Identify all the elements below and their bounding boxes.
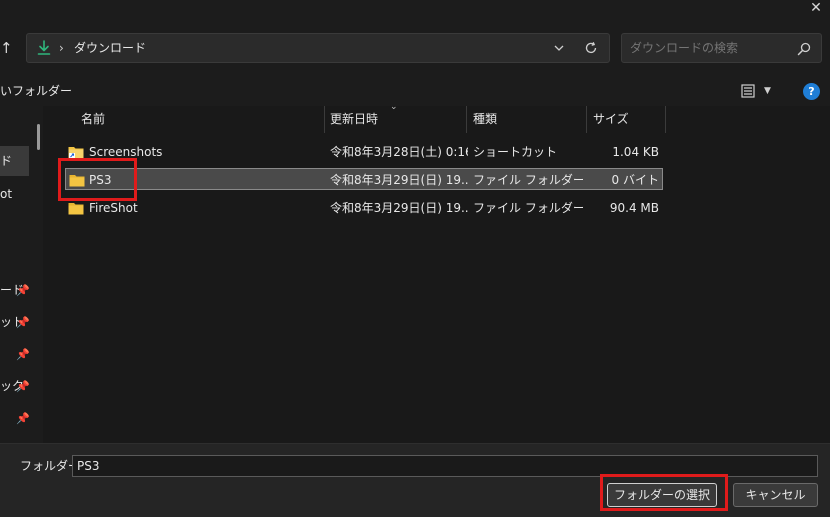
column-divider[interactable] (665, 106, 666, 133)
breadcrumb-separator: › (59, 41, 64, 55)
help-icon[interactable]: ? (803, 83, 820, 100)
pin-icon: 📌 (16, 412, 30, 425)
file-date: 令和8年3月29日(日) 19... (330, 173, 468, 187)
up-arrow-icon[interactable]: ↑ (0, 38, 14, 58)
title-bar: ✕ (0, 0, 830, 22)
close-icon[interactable]: ✕ (808, 0, 824, 16)
file-name: FireShot (89, 201, 138, 215)
pin-icon: 📌 (16, 380, 30, 393)
new-folder-button[interactable]: いフォルダー (0, 83, 72, 99)
sidebar-item-label: ド (0, 154, 13, 168)
file-date: 令和8年3月29日(日) 19... (330, 201, 468, 215)
refresh-icon[interactable] (583, 40, 599, 56)
file-size: 0 バイト (611, 173, 659, 187)
address-bar[interactable]: › ダウンロード (26, 33, 610, 63)
file-size: 1.04 KB (612, 145, 659, 159)
sidebar-item-label: ot (0, 187, 13, 201)
column-header-name[interactable]: 名前 (81, 106, 105, 133)
pin-icon: 📌 (16, 284, 30, 297)
command-bar: いフォルダー ▼ ? (0, 76, 830, 106)
file-date: 令和8年3月28日(土) 0:16 (330, 145, 468, 159)
folder-icon (69, 175, 85, 187)
pin-icon: 📌 (16, 316, 30, 329)
select-folder-button[interactable]: フォルダーの選択 (607, 483, 717, 507)
breadcrumb-downloads[interactable]: ダウンロード (74, 40, 146, 56)
sidebar-item-downloads[interactable]: ド (0, 146, 29, 176)
file-type: ファイル フォルダー (473, 201, 583, 215)
navigation-pane: ド ot ード 📌 ット 📌 📌 ック 📌 📌 (0, 106, 43, 443)
file-type: ショートカット (473, 145, 558, 159)
view-dropdown-icon[interactable]: ▼ (764, 83, 771, 99)
column-header-size[interactable]: サイズ (593, 106, 629, 133)
chevron-down-icon[interactable] (551, 40, 567, 56)
search-input[interactable] (621, 33, 822, 63)
sort-caret-icon: ⌄ (390, 102, 398, 112)
file-row-screenshots[interactable]: Screenshots 令和8年3月28日(土) 0:16 ショートカット 1.… (65, 141, 663, 163)
file-name: PS3 (89, 173, 112, 187)
folder-icon (68, 203, 84, 215)
sidebar-item-2[interactable]: ot (0, 185, 12, 203)
navigation-bar: ↑ › ダウンロード (0, 22, 830, 76)
sidebar-scrollbar[interactable] (37, 124, 40, 150)
file-row-ps3[interactable]: PS3 令和8年3月29日(日) 19... ファイル フォルダー 0 バイト (65, 168, 663, 190)
shortcut-folder-icon (68, 147, 84, 159)
dialog-footer: フォルダー: PS3 フォルダーの選択 キャンセル (0, 443, 830, 517)
file-size: 90.4 MB (609, 201, 659, 215)
column-divider[interactable] (324, 106, 325, 133)
pin-icon: 📌 (16, 348, 30, 361)
folder-name-input[interactable]: PS3 (72, 455, 818, 477)
cancel-button[interactable]: キャンセル (733, 483, 818, 507)
view-list-icon[interactable] (740, 83, 756, 99)
file-row-fireshot[interactable]: FireShot 令和8年3月29日(日) 19... ファイル フォルダー 9… (65, 197, 663, 219)
column-divider[interactable] (466, 106, 467, 133)
file-list: 名前 ⌄ 更新日時 種類 サイズ Screenshots 令和8年3月28日(土… (43, 102, 830, 443)
download-icon (37, 40, 51, 55)
column-divider[interactable] (586, 106, 587, 133)
column-header-type[interactable]: 種類 (473, 106, 497, 133)
search-icon[interactable] (796, 41, 812, 57)
file-name: Screenshots (89, 145, 163, 159)
file-type: ファイル フォルダー (473, 173, 583, 187)
column-header-date[interactable]: 更新日時 (330, 106, 378, 133)
